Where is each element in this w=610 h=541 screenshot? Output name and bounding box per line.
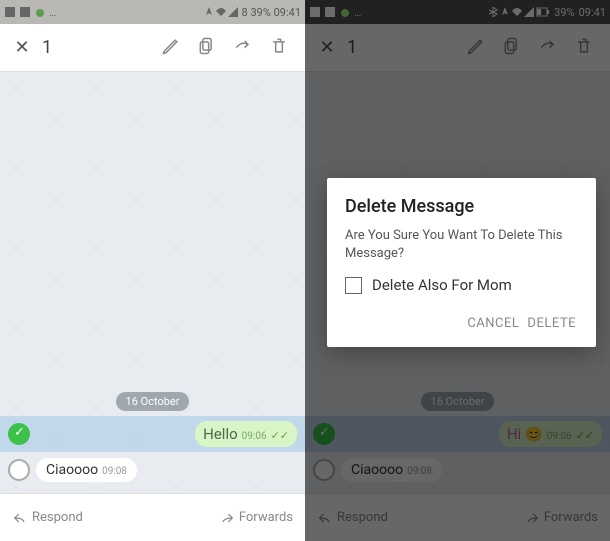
- selection-action-bar: ✕ 1: [0, 24, 305, 72]
- status-battery-time: 8 39% 09:41: [242, 6, 301, 19]
- chat-area[interactable]: 16 October Hello 09:06 ✓✓ Ciaoooo 09:08: [0, 72, 305, 493]
- status-right-cluster: 8 39% 09:41: [204, 6, 301, 19]
- cancel-button[interactable]: CANCEL: [465, 312, 521, 335]
- close-selection-button[interactable]: ✕: [8, 37, 36, 58]
- cloud-icon: [34, 6, 46, 18]
- respond-label: Respond: [32, 510, 83, 525]
- android-status-bar: … 8 39% 09:41: [0, 0, 305, 24]
- respond-button[interactable]: Respond: [12, 510, 83, 526]
- trash-icon: [269, 36, 289, 56]
- outgoing-message-bubble[interactable]: Hello 09:06 ✓✓: [195, 421, 297, 447]
- delete-for-checkbox-row[interactable]: Delete Also For Mom: [345, 276, 578, 294]
- notification-icon: [4, 6, 16, 18]
- copy-icon: [197, 36, 217, 56]
- read-ticks-icon: ✓✓: [271, 429, 289, 442]
- pencil-icon: [161, 36, 181, 56]
- forward-arrow-icon: [219, 510, 235, 526]
- edit-button[interactable]: [153, 36, 189, 60]
- forward-button[interactable]: [225, 36, 261, 60]
- chat-bottom-actions: Respond Forwards: [0, 493, 305, 541]
- forward-arrow-icon: [233, 36, 253, 56]
- message-text: Ciaoooo: [46, 462, 98, 478]
- copy-button[interactable]: [189, 36, 225, 60]
- delete-button[interactable]: [261, 36, 297, 60]
- selection-count: 1: [42, 37, 52, 58]
- message-time: 09:08: [102, 466, 127, 477]
- selection-circle-empty[interactable]: [8, 459, 30, 481]
- screenshot-right-dialog: … 39% 09:41 ✕ 1 16 October Hi😊 09:06: [305, 0, 610, 541]
- message-row-selected[interactable]: Hello 09:06 ✓✓: [0, 416, 305, 452]
- delete-message-dialog: Delete Message Are You Sure You Want To …: [327, 178, 596, 347]
- status-notification-icons: …: [4, 6, 56, 19]
- dialog-body: Are You Sure You Want To Delete This Mes…: [345, 227, 578, 262]
- checkbox-empty-icon[interactable]: [345, 277, 362, 294]
- message-row[interactable]: Ciaoooo 09:08: [0, 452, 305, 488]
- message-time: 09:06: [242, 431, 267, 442]
- delete-confirm-button[interactable]: DELETE: [525, 312, 578, 335]
- dialog-buttons: CANCEL DELETE: [345, 312, 578, 335]
- forwards-label: Forwards: [239, 510, 293, 525]
- signal-icon: [228, 7, 238, 17]
- date-separator: 16 October: [116, 392, 190, 411]
- wifi-icon: [216, 7, 226, 17]
- dialog-title: Delete Message: [345, 196, 578, 217]
- screenshot-left-selection: … 8 39% 09:41 ✕ 1 16 October Hello 09:06…: [0, 0, 305, 541]
- incoming-message-bubble[interactable]: Ciaoooo 09:08: [36, 458, 137, 482]
- notification-icon: [19, 6, 31, 18]
- selection-checkmark-icon[interactable]: [8, 423, 30, 445]
- message-text: Hello: [203, 425, 238, 443]
- checkbox-label: Delete Also For Mom: [372, 276, 512, 294]
- reply-arrow-icon: [12, 510, 28, 526]
- forwards-button[interactable]: Forwards: [219, 510, 293, 526]
- location-icon: [204, 7, 214, 17]
